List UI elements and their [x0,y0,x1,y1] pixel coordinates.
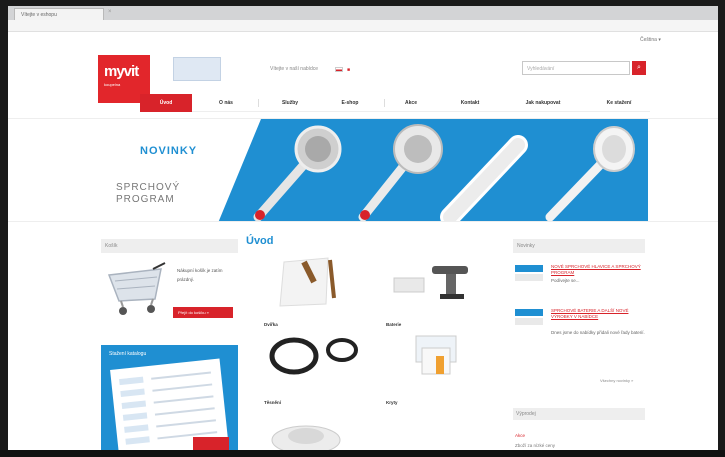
nav-item-o-nas[interactable]: O nás [200,94,252,112]
page-title: Úvod [246,235,274,247]
product-label[interactable]: Kryty [386,400,398,405]
product-tile[interactable]: Těsnění [264,332,374,410]
nav-item-eshop[interactable]: E-shop [324,94,376,112]
os-taskbar [0,450,725,457]
browser-tabbar: Vítejte v eshopu × [8,6,718,20]
go-to-cart-button[interactable]: Přejít do košíku » [173,307,233,318]
product-tile[interactable]: Baterie [386,254,496,332]
shower-tray-product-image [271,425,341,450]
main-nav: Úvod O nás Služby E-shop Akce Kontakt Ja… [140,94,650,112]
header-tagline: Vítejte v naší nabídce [270,66,319,72]
news-heading: Novinky [513,239,645,253]
flag-label-icon[interactable]: ■ [347,67,350,73]
product-tile[interactable] [266,418,376,450]
banner-subtitle-line1: SPRCHOVÝ [116,182,181,193]
logo-subtext: koupelna [104,82,121,87]
product-tile[interactable]: Kryty [386,332,496,410]
nav-item-kontakt[interactable]: Kontakt [444,94,496,112]
search-button[interactable]: ⌕ [632,61,646,75]
product-tile[interactable]: Dvířka [264,254,374,332]
nav-item-jak-nakupovat[interactable]: Jak nakupovat [508,94,578,112]
seal-product-image [269,337,358,375]
banner-subtitle-line2: PROGRAM [116,194,175,205]
banner-title: NOVINKY [140,145,198,157]
sale-link[interactable]: Akce [515,433,525,438]
product-label[interactable]: Těsnění [264,400,281,405]
nav-item-sluzby[interactable]: Služby [264,94,316,112]
hero-banner[interactable]: NOVINKY SPRCHOVÝ PROGRAM [8,118,718,222]
news-date-badge [515,274,543,281]
door-product-image [279,257,336,307]
header-badge[interactable] [173,57,221,81]
nav-divider [384,99,385,107]
news-date-badge [515,265,543,272]
nav-divider [258,99,259,107]
news-link[interactable]: NOVÉ SPRCHOVÉ HLAVICE A SPRCHOVÝ PROGRAM [551,264,645,276]
cart-widget: Košík Nákupní košík je zatím prázdný. Př… [101,239,238,329]
news-link[interactable]: SPRCHOVÉ BATERIE A DALŠÍ NOVÉ VÝROBKY V … [551,308,645,320]
news-more-link[interactable]: Všechny novinky » [600,378,633,383]
shower-head-icon [440,135,528,221]
search-input[interactable]: Vyhledávání [522,61,630,75]
browser-tab[interactable]: Vítejte v eshopu [14,8,104,20]
browser-window: Vítejte v eshopu × Čeština ▾ myvit koupe… [8,6,718,450]
product-label[interactable]: Dvířka [264,322,278,327]
catalog-title: Stažení katalogu [109,351,147,357]
nav-item-uvod[interactable]: Úvod [140,94,192,112]
news-body: Podívejte se... [551,278,580,283]
logo-text: myvit [104,63,139,80]
catalog-download-button[interactable] [193,437,229,450]
news-date-badge [515,318,543,325]
sale-text: Zboží za nízké ceny [515,443,556,448]
czech-flag-icon[interactable] [335,67,343,72]
news-body: Dnes jsme do nabídky přidali nové řady b… [551,330,645,335]
shower-head-icon [545,126,635,221]
sale-heading: Výprodej [513,408,645,420]
nav-item-akce[interactable]: Akce [386,94,436,112]
shopping-cart-icon [107,262,166,315]
cart-empty-text: Nákupní košík je zatím prázdný. [177,268,223,282]
nav-item-ke-stazeni[interactable]: Ke stažení [588,94,650,112]
cover-product-image [415,335,457,375]
banner-subtitle: SPRCHOVÝ PROGRAM [116,182,180,206]
faucet-product-image [393,266,468,299]
address-bar[interactable] [8,20,718,32]
search-icon: ⌕ [637,64,641,71]
close-tab-icon[interactable]: × [108,9,112,15]
news-date-badge [515,309,543,316]
product-label[interactable]: Baterie [386,322,401,327]
shower-head-icon [253,125,342,221]
language-selector[interactable]: Čeština ▾ [640,37,661,43]
catalog-download-banner[interactable]: Stažení katalogu [101,345,238,450]
cart-heading: Košík [101,239,238,253]
